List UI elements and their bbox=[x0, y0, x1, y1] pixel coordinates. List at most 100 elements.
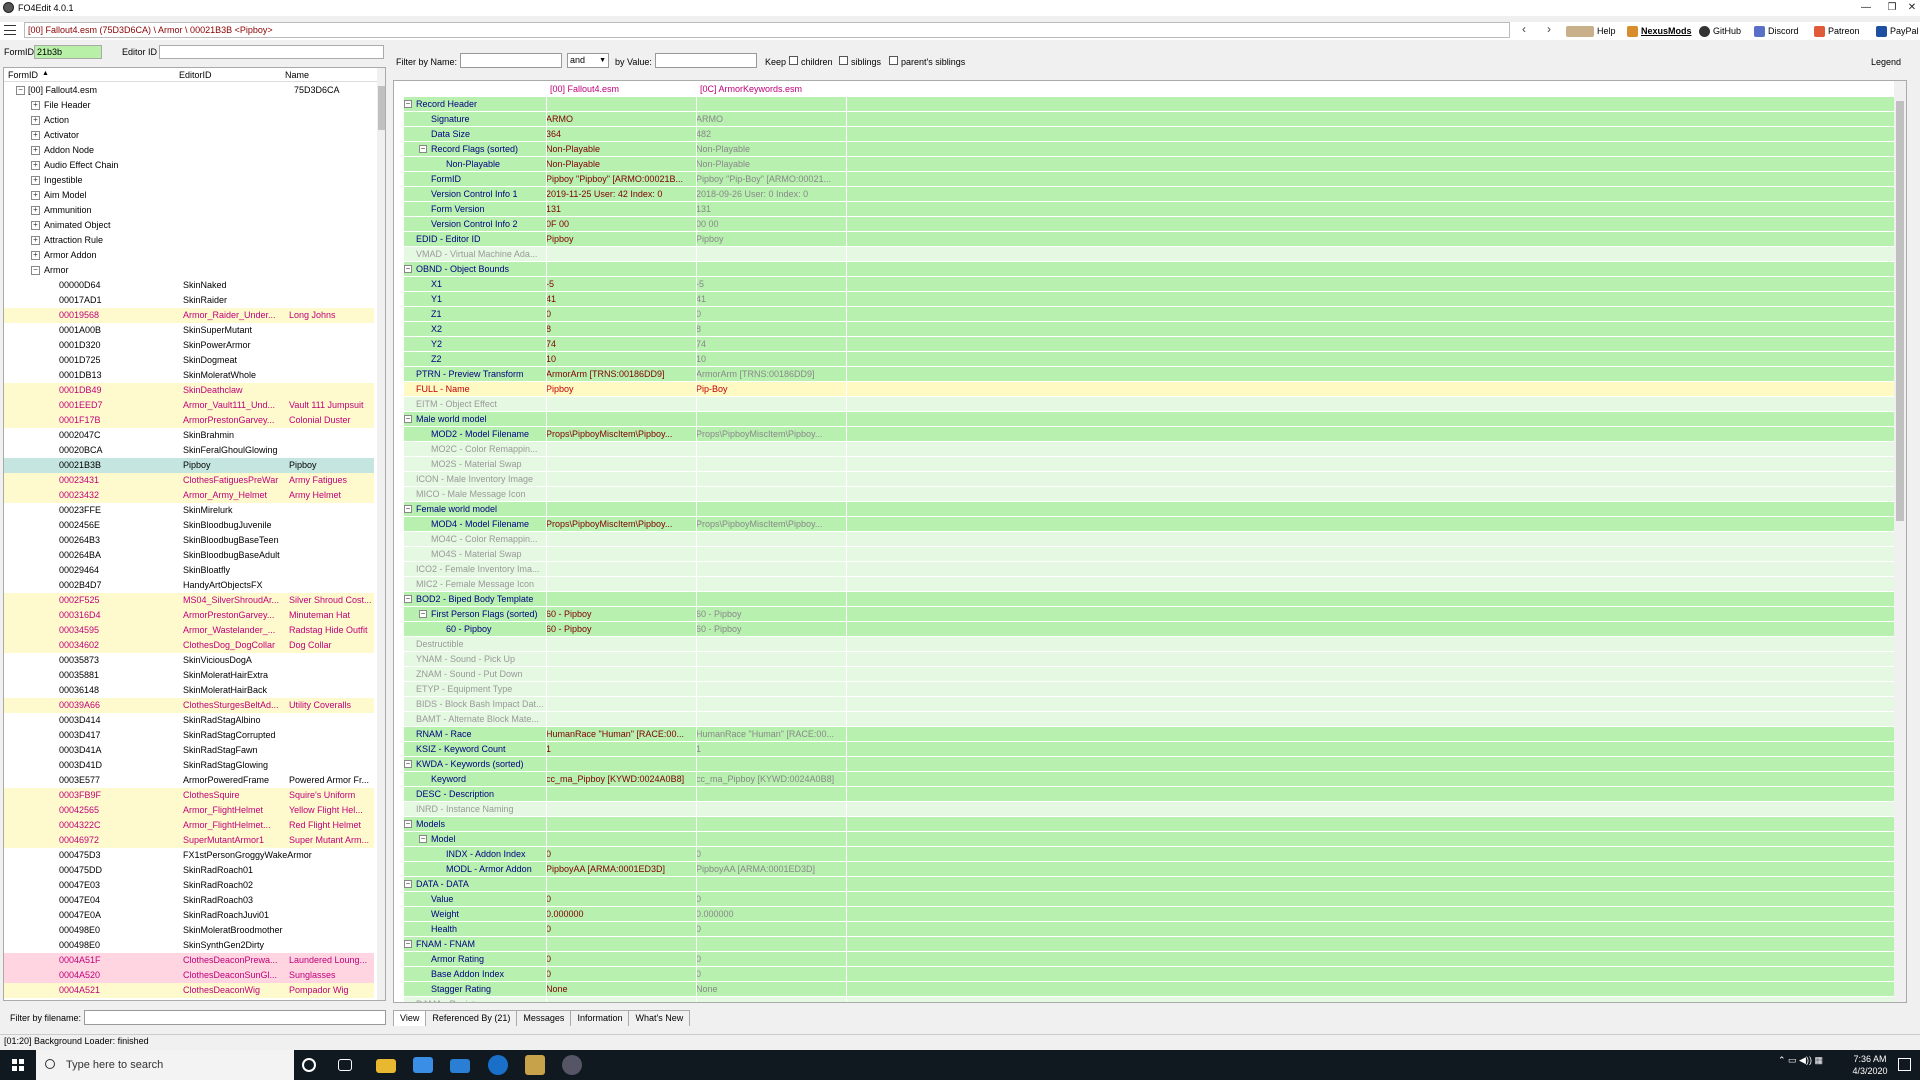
record-field-row[interactable]: YNAM - Sound - Pick Up bbox=[404, 652, 1896, 667]
filter-name-input[interactable] bbox=[460, 53, 562, 68]
record-field-row[interactable]: Base Addon Index 0 0 bbox=[404, 967, 1896, 982]
mod-organizer-icon[interactable] bbox=[525, 1055, 545, 1075]
record-field-row[interactable]: MICO - Male Message Icon bbox=[404, 487, 1896, 502]
system-tray-icons[interactable]: ⌃ ▭ ◀)) ▦ bbox=[1778, 1055, 1823, 1066]
record-field-row[interactable]: DAMA - Resistances bbox=[404, 997, 1896, 1002]
notifications-icon[interactable] bbox=[1898, 1058, 1911, 1071]
tab-view[interactable]: View bbox=[393, 1010, 427, 1026]
expand-icon[interactable]: + bbox=[31, 236, 40, 245]
tree-row[interactable]: 00023FFE SkinMirelurk bbox=[4, 503, 374, 518]
record-field-row[interactable]: Data Size 364 482 bbox=[404, 127, 1896, 142]
expand-icon[interactable]: + bbox=[31, 161, 40, 170]
tree-row[interactable]: 0002B4D7 HandyArtObjectsFX bbox=[4, 578, 374, 593]
editorid-column-header[interactable]: EditorID bbox=[179, 70, 212, 80]
armorkeywords-column-header[interactable]: [0C] ArmorKeywords.esm bbox=[700, 84, 802, 94]
tree-row[interactable]: 00034595 Armor_Wastelander_... Radstag Hid… bbox=[4, 623, 374, 638]
tree-row[interactable]: 000498E0 SkinSynthGen2Dirty bbox=[4, 938, 374, 953]
record-field-row[interactable]: − First Person Flags (sorted) 60 - Pipboy 6… bbox=[404, 607, 1896, 622]
collapse-icon[interactable]: − bbox=[404, 940, 412, 948]
record-field-row[interactable]: − DATA - DATA bbox=[404, 877, 1896, 892]
taskbar-search-box[interactable]: Type here to search bbox=[36, 1050, 294, 1080]
record-field-row[interactable]: ICON - Male Inventory Image bbox=[404, 472, 1896, 487]
tree-row[interactable]: 0004A51F ClothesDeaconPrewa... Laundered L… bbox=[4, 953, 374, 968]
tree-row[interactable]: 00046972 SuperMutantArmor1 Super Mutant Ar… bbox=[4, 833, 374, 848]
discord-button[interactable]: Discord bbox=[1754, 24, 1799, 38]
tree-row[interactable]: 000498E0 SkinMoleratBroodmother bbox=[4, 923, 374, 938]
record-field-row[interactable]: − Record Flags (sorted) Non-Playable Non-Pl… bbox=[404, 142, 1896, 157]
record-field-row[interactable]: BAMT - Alternate Block Mate... bbox=[404, 712, 1896, 727]
tree-scrollbar[interactable] bbox=[377, 68, 385, 1000]
filter-value-input[interactable] bbox=[655, 53, 757, 68]
record-field-row[interactable]: 60 - Pipboy 60 - Pipboy 60 - Pipboy bbox=[404, 622, 1896, 637]
patreon-button[interactable]: Patreon bbox=[1814, 24, 1860, 38]
github-button[interactable]: GitHub bbox=[1699, 24, 1741, 38]
collapse-icon[interactable]: − bbox=[16, 86, 25, 95]
record-field-row[interactable]: MODL - Armor Addon PipboyAA [ARMA:0001ED3… bbox=[404, 862, 1896, 877]
back-arrow-icon[interactable]: ‹ bbox=[1516, 23, 1532, 37]
tree-row[interactable]: 00036148 SkinMoleratHairBack bbox=[4, 683, 374, 698]
record-field-row[interactable]: Health 0 0 bbox=[404, 922, 1896, 937]
record-field-row[interactable]: MO2C - Color Remappin... bbox=[404, 442, 1896, 457]
tree-row[interactable]: + Attraction Rule bbox=[4, 233, 374, 248]
collapse-icon[interactable]: − bbox=[404, 820, 412, 828]
tree-row[interactable]: 0003D417 SkinRadStagCorrupted bbox=[4, 728, 374, 743]
fallout4-column-header[interactable]: [00] Fallout4.esm bbox=[550, 84, 619, 94]
forward-arrow-icon[interactable]: › bbox=[1541, 23, 1557, 37]
restore-icon[interactable]: ❐ bbox=[1878, 0, 1906, 16]
tree-row[interactable]: 0001D725 SkinDogmeat bbox=[4, 353, 374, 368]
record-field-row[interactable]: FULL - Name Pipboy Pip-Boy bbox=[404, 382, 1896, 397]
formid-input[interactable]: 21b3b bbox=[34, 45, 102, 59]
record-field-row[interactable]: Stagger Rating None None bbox=[404, 982, 1896, 997]
expand-icon[interactable]: + bbox=[31, 146, 40, 155]
paypal-button[interactable]: PayPal bbox=[1876, 24, 1919, 38]
tree-row[interactable]: 0001DB13 SkinMoleratWhole bbox=[4, 368, 374, 383]
record-field-row[interactable]: MIC2 - Female Message Icon bbox=[404, 577, 1896, 592]
tree-row[interactable]: 00047E03 SkinRadRoach02 bbox=[4, 878, 374, 893]
record-field-row[interactable]: ICO2 - Female Inventory Ima... bbox=[404, 562, 1896, 577]
tree-scroll-thumb[interactable] bbox=[378, 86, 385, 130]
minimize-icon[interactable]: — bbox=[1852, 0, 1880, 16]
collapse-icon[interactable]: − bbox=[404, 415, 412, 423]
collapse-icon[interactable]: − bbox=[419, 610, 427, 618]
record-field-row[interactable]: Y2 74 74 bbox=[404, 337, 1896, 352]
record-field-row[interactable]: MO4C - Color Remappin... bbox=[404, 532, 1896, 547]
record-field-row[interactable]: Y1 41 41 bbox=[404, 292, 1896, 307]
tree-row[interactable]: + Activator bbox=[4, 128, 374, 143]
collapse-icon[interactable]: − bbox=[404, 100, 412, 108]
tree-row[interactable]: + Aim Model bbox=[4, 188, 374, 203]
tree-row[interactable]: 00035881 SkinMoleratHairExtra bbox=[4, 668, 374, 683]
tree-row[interactable]: 000316D4 ArmorPrestonGarvey... Minuteman H… bbox=[4, 608, 374, 623]
tree-row[interactable]: 0001EED7 Armor_Vault111_Und... Vault 111 J… bbox=[4, 398, 374, 413]
record-field-row[interactable]: − KWDA - Keywords (sorted) bbox=[404, 757, 1896, 772]
tree-row[interactable]: 0002456E SkinBloodbugJuvenile bbox=[4, 518, 374, 533]
tree-row[interactable]: 0002047C SkinBrahmin bbox=[4, 428, 374, 443]
record-field-row[interactable]: Signature ARMO ARMO bbox=[404, 112, 1896, 127]
tree-row[interactable]: 00019568 Armor_Raider_Under... Long Johns bbox=[4, 308, 374, 323]
record-field-row[interactable]: MOD4 - Model Filename Props\PipboyMiscIte… bbox=[404, 517, 1896, 532]
tree-row[interactable]: 00039A66 ClothesSturgesBeltAd... Utility C… bbox=[4, 698, 374, 713]
taskbar-clock[interactable]: 7:36 AM 4/3/2020 bbox=[1840, 1053, 1900, 1077]
nexusmods-button[interactable]: NexusMods bbox=[1627, 24, 1692, 38]
tree-row[interactable]: + Armor Addon bbox=[4, 248, 374, 263]
record-field-row[interactable]: Keyword cc_ma_Pipboy [KYWD:0024A0B8] cc_ma… bbox=[404, 772, 1896, 787]
tree-row[interactable]: + File Header bbox=[4, 98, 374, 113]
expand-icon[interactable]: + bbox=[31, 101, 40, 110]
tree-row[interactable]: 0001D320 SkinPowerArmor bbox=[4, 338, 374, 353]
collapse-icon[interactable]: − bbox=[419, 835, 427, 843]
tree-row[interactable]: + Action bbox=[4, 113, 374, 128]
legend-button[interactable]: Legend bbox=[1871, 57, 1901, 67]
help-button[interactable]: Help bbox=[1566, 24, 1616, 38]
record-field-row[interactable]: INRD - Instance Naming bbox=[404, 802, 1896, 817]
record-field-row[interactable]: Weight 0.000000 0.000000 bbox=[404, 907, 1896, 922]
tree-row[interactable]: 0002F525 MS04_SilverShroudAr... Silver Shr… bbox=[4, 593, 374, 608]
windows-start-icon[interactable] bbox=[0, 1050, 36, 1080]
record-field-row[interactable]: INDX - Addon Index 0 0 bbox=[404, 847, 1896, 862]
tree-row[interactable]: 0001A00B SkinSuperMutant bbox=[4, 323, 374, 338]
tree-row[interactable]: 00047E0A SkinRadRoachJuvi01 bbox=[4, 908, 374, 923]
collapse-icon[interactable]: − bbox=[419, 145, 427, 153]
tree-row[interactable]: 00017AD1 SkinRaider bbox=[4, 293, 374, 308]
tree-row[interactable]: 00021B3B Pipboy Pipboy bbox=[4, 458, 374, 473]
tree-row[interactable]: 0003D41A SkinRadStagFawn bbox=[4, 743, 374, 758]
record-field-row[interactable]: MO4S - Material Swap bbox=[404, 547, 1896, 562]
tab-information[interactable]: Information bbox=[570, 1010, 630, 1026]
